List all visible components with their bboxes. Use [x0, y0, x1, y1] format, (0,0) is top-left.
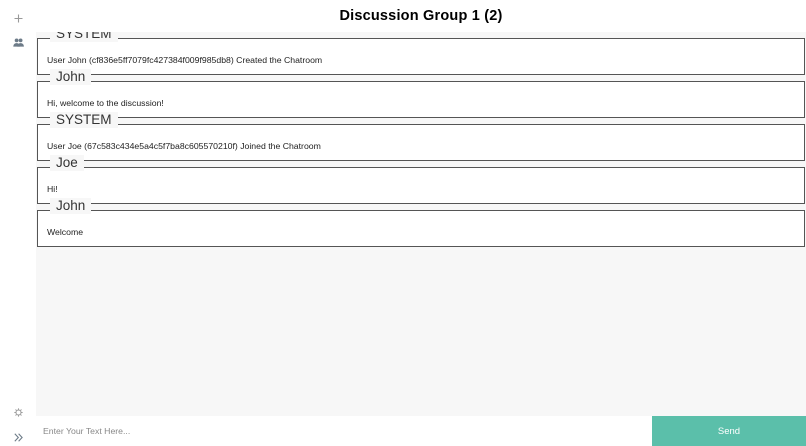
message-item: SYSTEM User Joe (67c583c434e5a4c5f7ba8c6…	[37, 112, 805, 161]
users-icon[interactable]	[0, 34, 36, 50]
message-sender: SYSTEM	[50, 32, 118, 42]
chat-header: Discussion Group 1 (2)	[36, 0, 806, 32]
sidebar	[0, 0, 36, 446]
double-chevron-right-icon[interactable]	[0, 429, 36, 445]
message-sender: SYSTEM	[50, 112, 118, 128]
message-sender: Joe	[50, 155, 84, 171]
message-item: John Hi, welcome to the discussion!	[37, 69, 805, 118]
message-sender: John	[50, 198, 92, 214]
message-list[interactable]: SYSTEM User John (cf836e5ff7079fc427384f…	[36, 32, 806, 416]
message-item: John Welcome	[37, 198, 805, 247]
message-text: Hi, welcome to the discussion!	[47, 98, 164, 108]
gear-icon[interactable]	[0, 404, 36, 420]
plus-icon[interactable]	[0, 10, 36, 26]
message-text: User Joe (67c583c434e5a4c5f7ba8c60557021…	[47, 141, 321, 151]
message-item: Joe Hi!	[37, 155, 805, 204]
message-text: User John (cf836e5ff7079fc427384f009f985…	[47, 55, 323, 65]
message-input[interactable]	[36, 416, 652, 446]
composer: Send	[36, 416, 806, 446]
message-text: Welcome	[47, 227, 84, 237]
page-title: Discussion Group 1 (2)	[339, 8, 503, 24]
message-item: SYSTEM User John (cf836e5ff7079fc427384f…	[37, 32, 805, 75]
message-text: Hi!	[47, 184, 58, 194]
message-sender: John	[50, 69, 92, 85]
send-button[interactable]: Send	[652, 416, 806, 446]
